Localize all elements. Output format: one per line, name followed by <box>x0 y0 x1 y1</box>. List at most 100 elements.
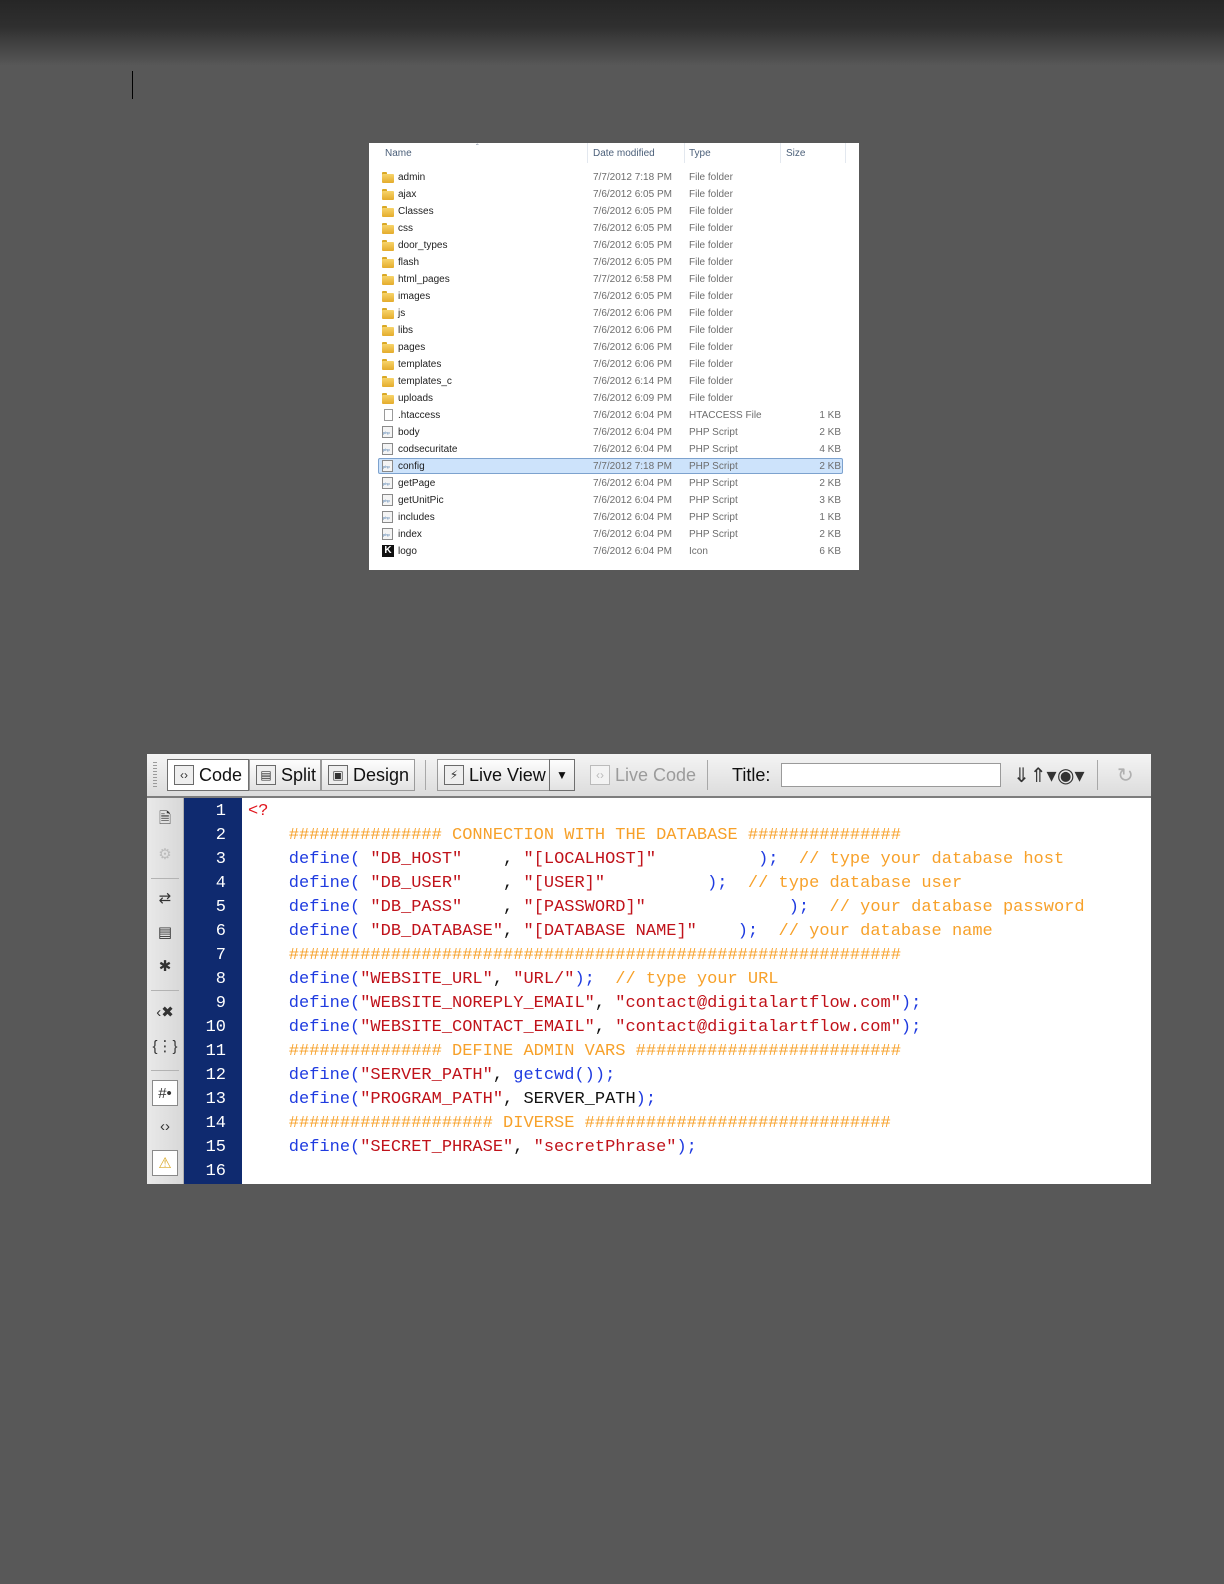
toolbar-grip-handle[interactable] <box>153 762 157 788</box>
file-row[interactable]: pages 7/6/2012 6:06 PM File folder <box>369 339 859 356</box>
column-header-date-modified[interactable]: Date modified <box>593 148 655 159</box>
split-view-button[interactable]: ▤ Split <box>249 759 321 791</box>
design-view-button[interactable]: ▣ Design <box>321 759 415 791</box>
file-row[interactable]: css 7/6/2012 6:05 PM File folder <box>369 220 859 237</box>
column-divider[interactable] <box>780 143 781 163</box>
code-editor-window: ‹› Code ▤ Split ▣ Design ⚡ Live View ▼ ‹… <box>147 754 1151 1184</box>
file-size: 2 KB <box>819 461 841 472</box>
code-line: define("WEBSITE_NOREPLY_EMAIL", "contact… <box>248 994 922 1013</box>
code-token: "WEBSITE_URL" <box>360 970 493 989</box>
line-number: 2 <box>215 826 226 845</box>
file-row[interactable]: config 7/7/2012 7:18 PM PHP Script 2 KB <box>369 458 859 475</box>
code-token: "WEBSITE_CONTACT_EMAIL" <box>360 1018 595 1037</box>
file-row[interactable]: libs 7/6/2012 6:06 PM File folder <box>369 322 859 339</box>
column-divider[interactable] <box>587 143 588 163</box>
file-row[interactable]: Klogo 7/6/2012 6:04 PM Icon 6 KB <box>369 543 859 560</box>
code-text-area[interactable]: <? ############### CONNECTION WITH THE D… <box>242 798 1151 1184</box>
file-row[interactable]: html_pages 7/7/2012 6:58 PM File folder <box>369 271 859 288</box>
file-row[interactable]: js 7/6/2012 6:06 PM File folder <box>369 305 859 322</box>
logo-icon: K <box>382 545 394 557</box>
live-view-button[interactable]: ⚡ Live View <box>437 759 551 791</box>
document-title-input[interactable] <box>781 763 1001 787</box>
chevron-down-icon: ▼ <box>556 768 568 782</box>
file-row[interactable]: codsecuritate 7/6/2012 6:04 PM PHP Script 4… <box>369 441 859 458</box>
highlight-invalid-code-icon[interactable]: ‹› <box>152 1114 178 1140</box>
file-row[interactable]: Classes 7/6/2012 6:05 PM File folder <box>369 203 859 220</box>
code-view-button[interactable]: ‹› Code <box>167 759 249 791</box>
column-divider[interactable] <box>845 143 846 163</box>
code-token: ########################################… <box>248 946 901 965</box>
file-row[interactable]: includes 7/6/2012 6:04 PM PHP Script 1 KB <box>369 509 859 526</box>
line-numbers-toggle-icon[interactable]: #• <box>152 1080 178 1106</box>
file-date-modified: 7/6/2012 6:05 PM <box>593 206 672 217</box>
file-row[interactable]: getUnitPic 7/6/2012 6:04 PM PHP Script 3 KB <box>369 492 859 509</box>
file-date-modified: 7/6/2012 6:06 PM <box>593 359 672 370</box>
file-name: ajax <box>398 189 417 200</box>
file-row[interactable]: door_types 7/6/2012 6:05 PM File folder <box>369 237 859 254</box>
expand-all-icon[interactable]: ✱ <box>152 954 178 980</box>
code-token: define( <box>248 1018 361 1037</box>
code-line: define("SECRET_PHRASE", "secretPhrase"); <box>248 1138 697 1157</box>
code-line: ############### CONNECTION WITH THE DATA… <box>248 826 901 845</box>
open-documents-icon[interactable]: 🗎 <box>152 806 178 832</box>
text-cursor <box>132 71 133 99</box>
file-row[interactable]: ajax 7/6/2012 6:05 PM File folder <box>369 186 859 203</box>
file-name: index <box>398 529 422 540</box>
folder-icon <box>382 256 394 268</box>
preview-in-browser-globe-icon[interactable]: ◉▾ <box>1057 763 1085 789</box>
collapse-selection-icon[interactable]: ▤ <box>152 920 178 946</box>
refresh-icon[interactable]: ↻ <box>1117 763 1134 789</box>
code-token: "SECRET_PHRASE" <box>360 1138 514 1157</box>
code-line: define("WEBSITE_URL", "URL/"); // type y… <box>248 970 779 989</box>
column-header-name[interactable]: Name <box>385 148 412 159</box>
file-management-icon[interactable]: ⇓⇑▾ <box>1013 763 1057 789</box>
title-label: Title: <box>732 765 771 785</box>
file-row[interactable]: admin 7/7/2012 7:18 PM File folder <box>369 169 859 186</box>
file-row[interactable]: index 7/6/2012 6:04 PM PHP Script 2 KB <box>369 526 859 543</box>
file-row[interactable]: flash 7/6/2012 6:05 PM File folder <box>369 254 859 271</box>
design-view-icon: ▣ <box>328 765 348 785</box>
code-token: , <box>594 994 616 1013</box>
file-row[interactable]: body 7/6/2012 6:04 PM PHP Script 2 KB <box>369 424 859 441</box>
file-type: File folder <box>689 189 733 200</box>
file-row[interactable]: templates_c 7/6/2012 6:14 PM File folder <box>369 373 859 390</box>
line-number: 6 <box>215 922 226 941</box>
live-view-dropdown-button[interactable]: ▼ <box>549 759 575 791</box>
show-code-navigator-icon[interactable]: ⚙ <box>152 842 178 868</box>
live-code-button[interactable]: ‹› Live Code <box>583 759 696 791</box>
code-token: // type your database host <box>778 850 1065 869</box>
balance-braces-icon[interactable]: {⋮} <box>152 1034 178 1060</box>
code-token: "DB_HOST" <box>370 850 463 869</box>
code-token: // your database name <box>758 922 993 941</box>
file-type: PHP Script <box>689 427 738 438</box>
code-line: #################### DIVERSE ###########… <box>248 1114 891 1133</box>
live-view-label: Live View <box>469 765 546 785</box>
collapse-full-tag-icon[interactable]: ⇄ <box>152 886 178 912</box>
file-row[interactable]: images 7/6/2012 6:05 PM File folder <box>369 288 859 305</box>
folder-icon <box>382 392 394 404</box>
syntax-error-alerts-icon[interactable]: ⚠ <box>152 1150 178 1176</box>
php-file-icon <box>382 443 394 455</box>
file-row[interactable]: uploads 7/6/2012 6:09 PM File folder <box>369 390 859 407</box>
live-view-lightning-icon: ⚡ <box>444 765 464 785</box>
column-header-type[interactable]: Type <box>689 148 711 159</box>
file-row[interactable]: .htaccess 7/6/2012 6:04 PM HTACCESS File 1 … <box>369 407 859 424</box>
file-row[interactable]: templates 7/6/2012 6:06 PM File folder <box>369 356 859 373</box>
file-name: door_types <box>398 240 448 251</box>
code-token: define( <box>248 970 361 989</box>
column-divider[interactable] <box>684 143 685 163</box>
code-token: , <box>462 874 524 893</box>
file-type: File folder <box>689 240 733 251</box>
column-header-size[interactable]: Size <box>786 148 805 159</box>
code-token: , <box>492 1066 514 1085</box>
file-row[interactable]: getPage 7/6/2012 6:04 PM PHP Script 2 KB <box>369 475 859 492</box>
code-token: ); <box>574 970 595 989</box>
live-code-icon: ‹› <box>590 765 610 785</box>
code-view-icon: ‹› <box>174 765 194 785</box>
tool-separator <box>151 878 179 879</box>
line-number: 12 <box>205 1066 226 1085</box>
select-parent-tag-icon[interactable]: ‹✖ <box>152 1000 178 1026</box>
code-token: , <box>462 898 524 917</box>
code-token: "[DATABASE NAME]" <box>523 922 697 941</box>
file-type: File folder <box>689 291 733 302</box>
